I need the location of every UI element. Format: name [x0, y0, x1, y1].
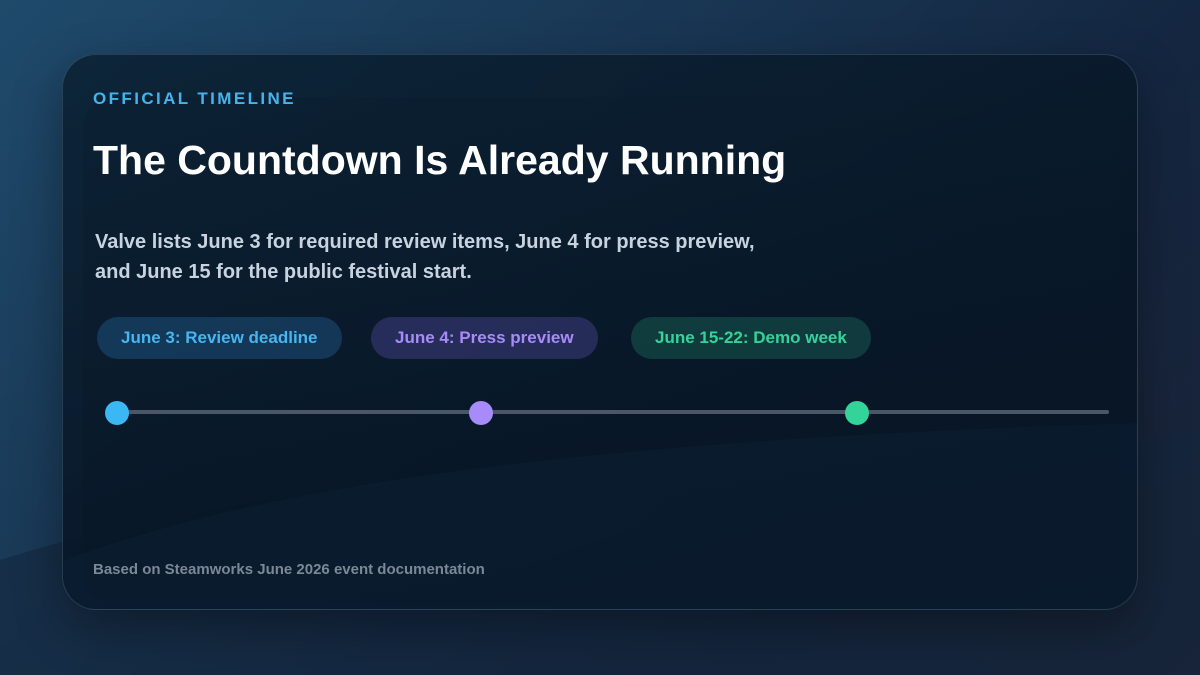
timeline-track: [117, 410, 1109, 414]
timeline-dot-press: [469, 401, 493, 425]
summary-text: Valve lists June 3 for required review i…: [95, 231, 755, 283]
timeline-dot-demo: [845, 401, 869, 425]
eyebrow-label: OFFICIAL TIMELINE: [93, 89, 296, 108]
chip-demo-week: June 15-22: Demo week: [631, 317, 871, 359]
timeline-dot-review: [105, 401, 129, 425]
slide-background: OFFICIAL TIMELINE The Countdown Is Alrea…: [0, 0, 1200, 675]
page-title: The Countdown Is Already Running: [93, 137, 787, 183]
chip-press-preview: June 4: Press preview: [371, 317, 598, 359]
chip-review-deadline: June 3: Review deadline: [97, 317, 342, 359]
source-footnote: Based on Steamworks June 2026 event docu…: [93, 561, 485, 578]
timeline-card: OFFICIAL TIMELINE The Countdown Is Alrea…: [62, 54, 1138, 610]
